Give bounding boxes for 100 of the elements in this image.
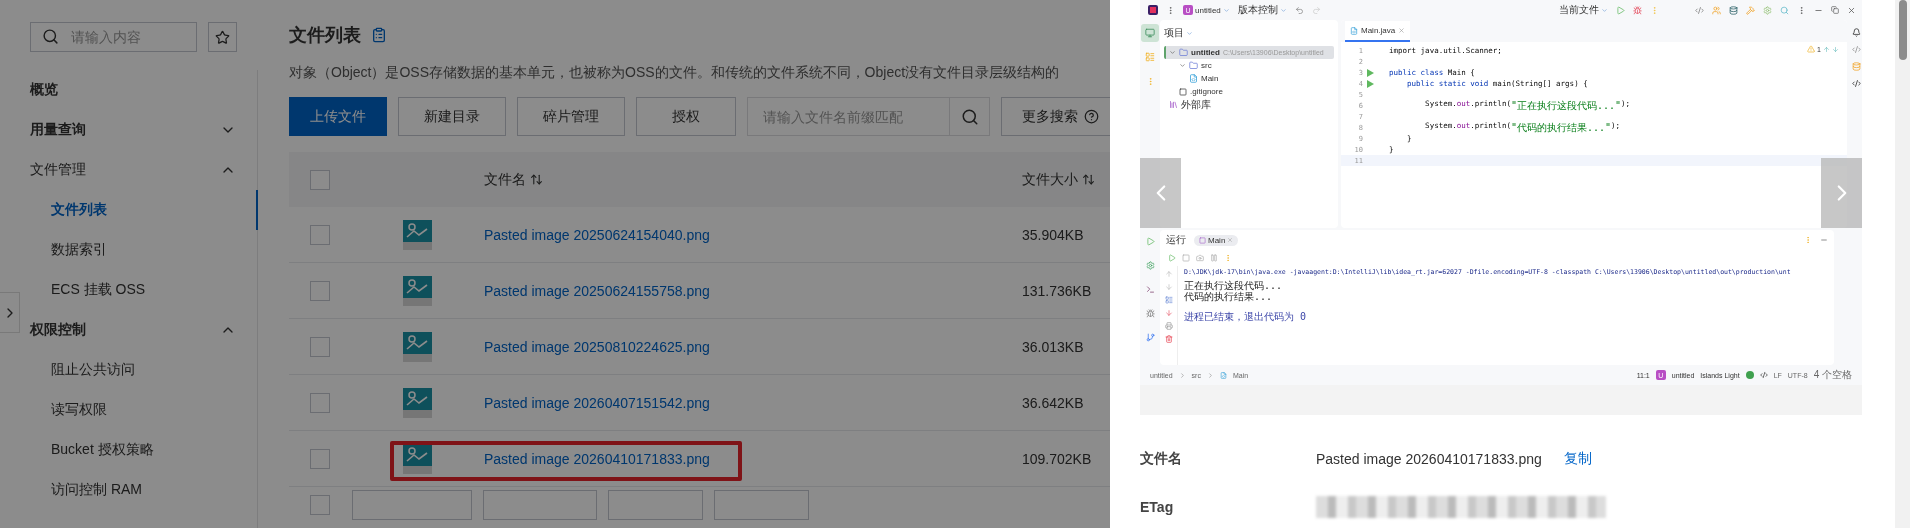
toolbar-button[interactable]: 新建目录 — [398, 97, 506, 136]
vcs-menu[interactable]: 版本控制 — [1237, 3, 1278, 17]
row-checkbox[interactable] — [310, 280, 330, 301]
file-link[interactable]: Pasted image 20260410171833.png — [484, 450, 710, 467]
close-icon — [1398, 27, 1406, 34]
image-thumbnail-icon[interactable] — [403, 443, 432, 474]
hammer-icon[interactable] — [1746, 5, 1755, 15]
rerun-icon[interactable] — [1168, 254, 1176, 262]
file-icon — [1179, 87, 1187, 96]
editor-tab[interactable]: Main.java — [1345, 21, 1411, 42]
column-header[interactable]: 文件名 — [484, 170, 526, 189]
code-icon[interactable] — [1851, 79, 1861, 88]
scrollbar[interactable] — [1895, 0, 1910, 528]
collapse-toggle[interactable] — [0, 292, 20, 333]
row-checkbox[interactable] — [310, 224, 330, 245]
image-thumbnail-icon[interactable] — [403, 387, 432, 418]
undo-icon[interactable] — [1294, 5, 1304, 15]
chevron-icon — [1186, 29, 1193, 37]
bell-icon[interactable] — [1851, 28, 1861, 37]
run-gutter-icon[interactable] — [1367, 68, 1374, 77]
sort-icon[interactable] — [530, 173, 543, 186]
status-dot-icon — [1745, 371, 1754, 379]
menu-icon[interactable] — [1166, 5, 1175, 15]
database-icon[interactable] — [1851, 62, 1861, 71]
file-link[interactable]: Pasted image 20250624155758.png — [484, 282, 710, 299]
class-file-icon — [1350, 26, 1358, 35]
up-arrow-icon[interactable] — [1164, 270, 1173, 278]
run-tab[interactable]: Main — [1194, 234, 1239, 246]
nav-item[interactable]: 概览 — [0, 70, 258, 110]
size-cell-text: 35.904KB — [1022, 226, 1085, 243]
nav-group[interactable]: 用量查询 — [0, 110, 258, 150]
search-icon[interactable] — [1780, 5, 1789, 15]
print-icon[interactable] — [1164, 322, 1173, 330]
search-button[interactable] — [949, 97, 990, 136]
tree-item[interactable]: src — [1164, 59, 1334, 72]
row-checkbox[interactable] — [310, 392, 330, 413]
previous-button[interactable] — [1140, 158, 1181, 228]
column-header[interactable]: 文件大小 — [1022, 170, 1078, 189]
toolbar-button[interactable]: 上传文件 — [289, 97, 387, 136]
close-icon[interactable] — [1847, 5, 1856, 15]
copy-link[interactable]: 复制 — [1563, 450, 1592, 468]
nav-item[interactable]: 文件列表 — [0, 190, 258, 230]
image-thumbnail-icon[interactable] — [403, 219, 432, 250]
row-checkbox[interactable] — [310, 448, 330, 469]
more-icon[interactable] — [1797, 5, 1806, 15]
tree-item[interactable]: 外部库 — [1164, 98, 1334, 111]
nav-item[interactable]: 访问控制 RAM — [0, 470, 258, 510]
batch-button[interactable] — [483, 490, 597, 520]
batch-button[interactable] — [352, 490, 472, 520]
project-menu[interactable]: untitled — [1195, 5, 1221, 15]
row-checkbox[interactable] — [310, 495, 330, 515]
run-gutter-icon[interactable] — [1367, 79, 1374, 88]
toolbar-button[interactable]: 授权 — [636, 97, 736, 136]
restore-icon[interactable] — [1831, 6, 1839, 14]
pause-icon[interactable] — [1210, 254, 1218, 262]
nav-group[interactable]: 文件管理 — [0, 150, 258, 190]
image-thumbnail-icon[interactable] — [403, 275, 432, 306]
dim-overlay[interactable] — [0, 0, 1110, 528]
camera-icon[interactable] — [1196, 254, 1204, 262]
search-icon — [960, 107, 979, 126]
debug-icon[interactable] — [1633, 5, 1642, 15]
more-search-button[interactable]: 更多搜索 — [1001, 97, 1110, 136]
sort-icon[interactable] — [1082, 173, 1095, 186]
run-config-menu[interactable]: 当前文件 — [1559, 3, 1599, 17]
tree-item[interactable]: .gitignore — [1164, 85, 1334, 98]
clipboard-icon[interactable] — [371, 27, 387, 43]
toolbar-button[interactable]: 碎片管理 — [517, 97, 625, 136]
image-thumbnail-icon[interactable] — [403, 331, 432, 362]
nav-item[interactable]: Bucket 授权策略 — [0, 430, 258, 470]
batch-button[interactable] — [714, 490, 809, 520]
project-tool-button[interactable] — [1141, 24, 1159, 42]
row-checkbox[interactable] — [310, 336, 330, 357]
folder-icon — [1189, 61, 1198, 70]
console-line: 进程已结束，退出代码为 0 — [1184, 310, 1308, 321]
trash-icon[interactable] — [1164, 335, 1173, 343]
redo-icon[interactable] — [1311, 5, 1321, 15]
file-link[interactable]: Pasted image 20250624154040.png — [484, 226, 710, 243]
tree-item[interactable]: Main — [1164, 72, 1334, 85]
gear-icon[interactable] — [1763, 5, 1772, 15]
next-button[interactable] — [1821, 158, 1862, 228]
star-icon — [215, 29, 230, 45]
file-link[interactable]: Pasted image 20260407151542.png — [484, 394, 710, 411]
select-all-checkbox[interactable] — [310, 169, 330, 190]
down-arrow-icon[interactable] — [1164, 283, 1173, 291]
nav-item[interactable]: 数据索引 — [0, 230, 258, 270]
run-icon[interactable] — [1616, 5, 1625, 15]
panel-title[interactable]: 项目 — [1164, 26, 1184, 40]
nav-item[interactable]: 读写权限 — [0, 390, 258, 430]
favorite-button[interactable] — [208, 22, 237, 52]
chevron-icon — [1206, 371, 1214, 379]
people-icon[interactable] — [1712, 5, 1721, 15]
nav-item[interactable]: 阻止公共访问 — [0, 350, 258, 390]
indent-setting[interactable]: 4 个空格 — [1813, 368, 1852, 382]
console-line: 代码的执行结果... — [1184, 290, 1274, 301]
scrollbar-thumb[interactable] — [1898, 0, 1907, 60]
minimize-icon[interactable] — [1820, 236, 1828, 244]
batch-button[interactable] — [608, 490, 703, 520]
class-file-icon — [1189, 74, 1198, 83]
stop-icon[interactable] — [1182, 254, 1190, 262]
file-link[interactable]: Pasted image 20250810224625.png — [484, 338, 710, 355]
